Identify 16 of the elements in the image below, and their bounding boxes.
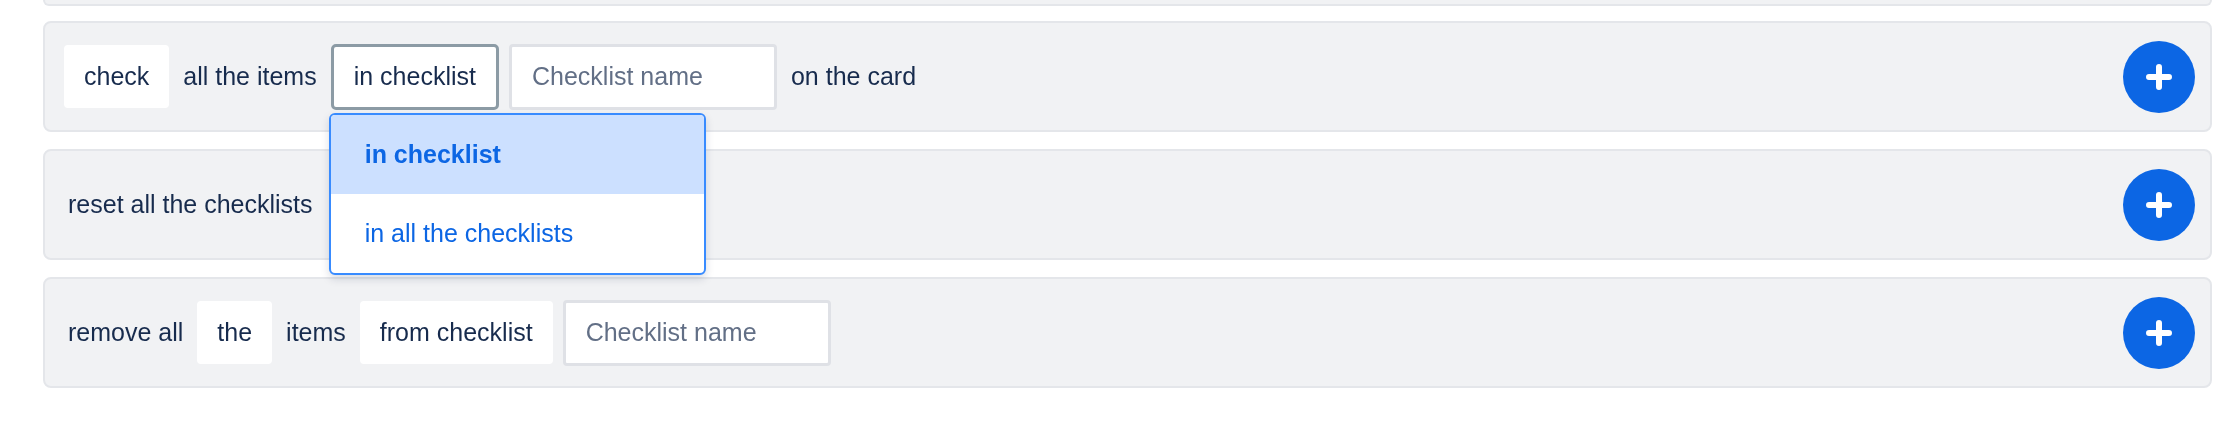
plus-icon <box>2145 62 2173 91</box>
rule-text: on the card <box>789 62 918 91</box>
dropdown-option[interactable]: in all the checklists <box>330 193 704 273</box>
dropdown-button[interactable]: in checklist <box>330 43 499 110</box>
plus-icon <box>2145 190 2173 219</box>
plus-icon <box>2145 318 2173 347</box>
option-button[interactable]: check <box>64 45 170 108</box>
dropdown-option[interactable]: in checklist <box>330 114 704 194</box>
rule-text: items <box>285 318 347 347</box>
checklist-name-field[interactable]: Checklist name <box>508 43 777 110</box>
checklist-name-field[interactable]: Checklist name <box>562 299 831 366</box>
rule-text: remove all <box>67 318 185 347</box>
option-button[interactable]: from checklist <box>359 301 553 364</box>
option-button[interactable]: the <box>197 301 273 364</box>
rule-text: reset all the checklists <box>67 190 314 219</box>
rule-text: all the items <box>182 62 318 91</box>
